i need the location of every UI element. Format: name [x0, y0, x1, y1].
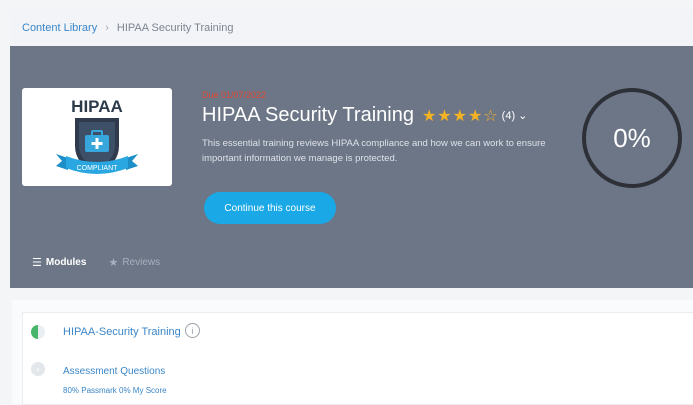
star-icon: ★ [108, 257, 119, 269]
module-row[interactable]: › Assessment Questions 80% Passmark 0% M… [22, 352, 693, 405]
breadcrumb-content-library-link[interactable]: Content Library [22, 22, 97, 34]
rating-count: (4) [501, 109, 516, 122]
half-star-icon: ☆ [483, 107, 498, 125]
course-tabs: ☰ Modules ★ Reviews [32, 256, 182, 269]
not-started-status-icon: › [31, 362, 45, 376]
due-date: Due 01/07/2022 [202, 90, 267, 100]
svg-text:HIPAA: HIPAA [71, 97, 123, 116]
star-icon: ★ [452, 107, 467, 125]
breadcrumb: Content Library › HIPAA Security Trainin… [10, 10, 693, 47]
module-row[interactable]: HIPAA-Security Training i [22, 312, 693, 354]
list-icon: ☰ [32, 257, 42, 269]
course-logo: HIPAA COMPLIANT [22, 88, 172, 186]
module-score-summary: 80% Passmark 0% My Score [63, 386, 167, 395]
in-progress-status-icon [31, 325, 45, 339]
tab-reviews[interactable]: ★ Reviews [108, 256, 160, 269]
progress-ring: 0% [582, 88, 682, 188]
hipaa-compliant-badge-icon: HIPAA COMPLIANT [56, 97, 138, 174]
module-title[interactable]: Assessment Questions [63, 366, 165, 377]
continue-course-button[interactable]: Continue this course [204, 192, 336, 224]
course-hero: HIPAA COMPLIANT Due 01/07/2022 HIPAA Sec… [10, 46, 693, 288]
breadcrumb-current: HIPAA Security Training [116, 22, 234, 34]
course-title: HIPAA Security Training [202, 104, 414, 126]
star-icon: ★ [421, 107, 437, 125]
tab-modules-label: Modules [45, 257, 87, 268]
progress-percent: 0% [613, 122, 651, 153]
course-title-row: HIPAA Security Training ★ ★ ★ ★ ☆ (4) ⌄ [202, 104, 527, 127]
star-icon: ★ [437, 107, 452, 125]
chevron-down-icon[interactable]: ⌄ [518, 109, 527, 122]
breadcrumb-separator: › [105, 22, 109, 34]
rating-stars[interactable]: ★ ★ ★ ★ ☆ (4) ⌄ [422, 106, 527, 126]
tab-reviews-label: Reviews [122, 257, 161, 268]
star-icon: ★ [467, 107, 483, 125]
badge-banner-text: COMPLIANT [77, 165, 119, 172]
modules-list: HIPAA-Security Training i › Assessment Q… [12, 300, 693, 405]
tab-modules[interactable]: ☰ Modules [32, 256, 86, 269]
info-icon[interactable]: i [185, 323, 200, 338]
course-description: This essential training reviews HIPAA co… [202, 138, 546, 164]
module-title[interactable]: HIPAA-Security Training [63, 326, 181, 338]
